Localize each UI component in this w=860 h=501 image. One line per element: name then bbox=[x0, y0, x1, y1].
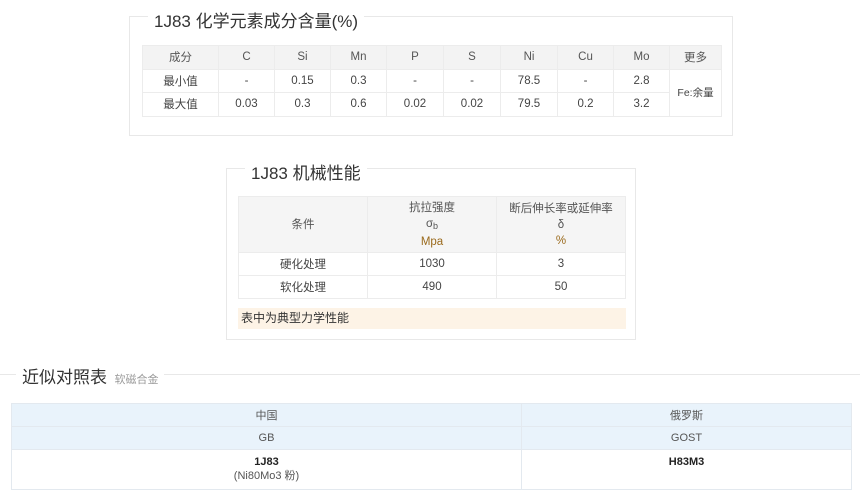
mechanical-table: 条件 抗拉强度 σb Mpa 断后伸长率或延伸率 δ % 硬化处理 1030 3 bbox=[238, 196, 626, 299]
gost-code: Н83М3 bbox=[668, 456, 705, 468]
composition-title: 1J83 化学元素成分含量(%) bbox=[148, 7, 365, 32]
tensile-header: 抗拉强度 σb Mpa bbox=[367, 196, 497, 253]
comparison-subtitle: 软磁合金 bbox=[114, 374, 159, 386]
country-header-row: 中国 俄罗斯 bbox=[11, 403, 852, 427]
row-label: 最大值 bbox=[142, 92, 219, 117]
header-cell-more: 更多 bbox=[669, 45, 722, 70]
mechanical-header-row: 条件 抗拉强度 σb Mpa 断后伸长率或延伸率 δ % bbox=[238, 196, 626, 253]
mechanical-section: 1J83 机械性能 条件 抗拉强度 σb Mpa 断后伸长率或延伸率 δ % 硬… bbox=[226, 159, 636, 340]
comparison-title: 近似对照表 bbox=[22, 368, 107, 387]
header-cell: Cu bbox=[557, 45, 614, 70]
header-cell: S bbox=[443, 45, 501, 70]
sigma-subscript: b bbox=[433, 220, 439, 231]
sigma-symbol: σ bbox=[425, 217, 434, 230]
value-cell: 78.5 bbox=[500, 68, 558, 93]
row-label: 最小值 bbox=[142, 68, 219, 93]
value-cell: 0.3 bbox=[330, 68, 387, 93]
header-cell: Ni bbox=[500, 45, 558, 70]
table-row: 硬化处理 1030 3 bbox=[238, 252, 626, 276]
elongation-name: 断后伸长率或延伸率 bbox=[509, 202, 613, 215]
value-cell: 0.3 bbox=[274, 92, 331, 117]
header-cell: Mo bbox=[613, 45, 670, 70]
comparison-table: 中国 俄罗斯 GB GOST 1J83 (Ni80Mo3 粉) Н83М3 bbox=[11, 403, 852, 490]
value-cell: 0.03 bbox=[218, 92, 275, 117]
composition-header-row: 成分 C Si Mn P S Ni Cu Mo 更多 bbox=[142, 45, 722, 70]
standard-header-row: GB GOST bbox=[11, 426, 852, 450]
condition-header: 条件 bbox=[238, 196, 368, 253]
country-header-china: 中国 bbox=[11, 403, 522, 427]
header-cell: Mn bbox=[330, 45, 387, 70]
condition-cell: 软化处理 bbox=[238, 275, 368, 299]
value-cell: 79.5 bbox=[500, 92, 558, 117]
table-row: 软化处理 490 50 bbox=[238, 275, 626, 299]
tensile-name: 抗拉强度 bbox=[409, 201, 455, 214]
composition-section: 1J83 化学元素成分含量(%) 成分 C Si Mn P S Ni Cu Mo… bbox=[129, 7, 733, 136]
elongation-cell: 50 bbox=[496, 275, 626, 299]
value-cell: 2.8 bbox=[613, 68, 670, 93]
composition-table: 成分 C Si Mn P S Ni Cu Mo 更多 最小值 - 0.15 0.… bbox=[142, 45, 722, 117]
header-cell: P bbox=[386, 45, 444, 70]
country-header-russia: 俄罗斯 bbox=[521, 403, 852, 427]
value-cell: 3.2 bbox=[613, 92, 670, 117]
tensile-cell: 490 bbox=[367, 275, 497, 299]
header-cell: Si bbox=[274, 45, 331, 70]
tensile-symbol: σb bbox=[368, 216, 496, 234]
value-cell: - bbox=[443, 68, 501, 93]
standard-header-gb: GB bbox=[11, 426, 522, 450]
mechanical-note: 表中为典型力学性能 bbox=[238, 308, 626, 329]
value-cell: 0.02 bbox=[443, 92, 501, 117]
gb-note: (Ni80Mo3 粉) bbox=[233, 470, 300, 482]
standard-header-gost: GOST bbox=[521, 426, 852, 450]
delta-symbol: δ bbox=[557, 218, 565, 231]
value-cell: 0.02 bbox=[386, 92, 444, 117]
value-cell: - bbox=[218, 68, 275, 93]
header-cell: C bbox=[218, 45, 275, 70]
value-cell: - bbox=[386, 68, 444, 93]
gost-cell: Н83М3 bbox=[521, 449, 852, 490]
tensile-cell: 1030 bbox=[367, 252, 497, 276]
mechanical-title: 1J83 机械性能 bbox=[245, 159, 367, 184]
value-cell: 0.2 bbox=[557, 92, 614, 117]
value-cell: - bbox=[557, 68, 614, 93]
value-cell: 0.6 bbox=[330, 92, 387, 117]
comparison-heading: 近似对照表 软磁合金 bbox=[16, 363, 165, 388]
more-cell: Fe:余量 bbox=[669, 68, 722, 117]
table-row: 1J83 (Ni80Mo3 粉) Н83М3 bbox=[11, 449, 852, 490]
elongation-unit: % bbox=[555, 234, 567, 247]
gb-code: 1J83 bbox=[254, 456, 279, 468]
elongation-header: 断后伸长率或延伸率 δ % bbox=[496, 196, 626, 253]
elongation-cell: 3 bbox=[496, 252, 626, 276]
table-row: 最大值 0.03 0.3 0.6 0.02 0.02 79.5 0.2 3.2 bbox=[142, 92, 722, 117]
tensile-unit: Mpa bbox=[420, 235, 444, 248]
header-cell: 成分 bbox=[142, 45, 219, 70]
value-cell: 0.15 bbox=[274, 68, 331, 93]
condition-cell: 硬化处理 bbox=[238, 252, 368, 276]
table-row: 最小值 - 0.15 0.3 - - 78.5 - 2.8 Fe:余量 bbox=[142, 68, 722, 117]
gb-cell: 1J83 (Ni80Mo3 粉) bbox=[11, 449, 522, 490]
